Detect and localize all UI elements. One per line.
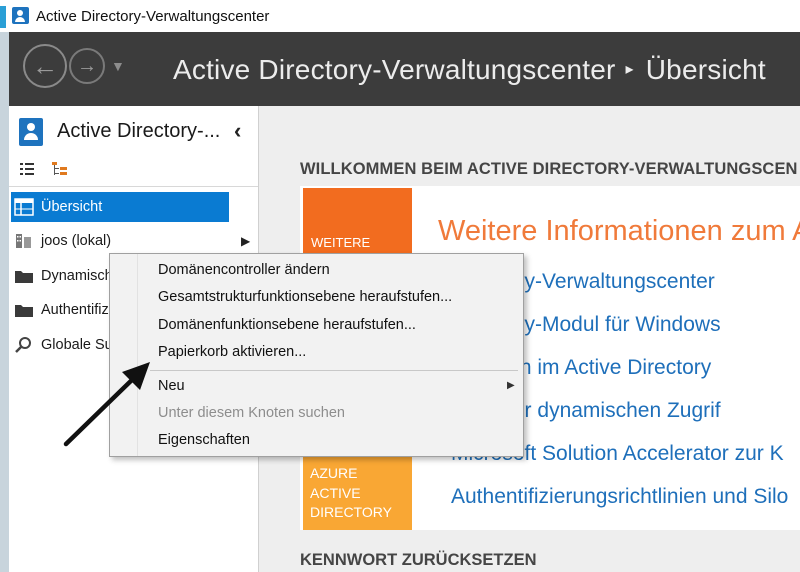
annotation-arrow [63,362,150,447]
